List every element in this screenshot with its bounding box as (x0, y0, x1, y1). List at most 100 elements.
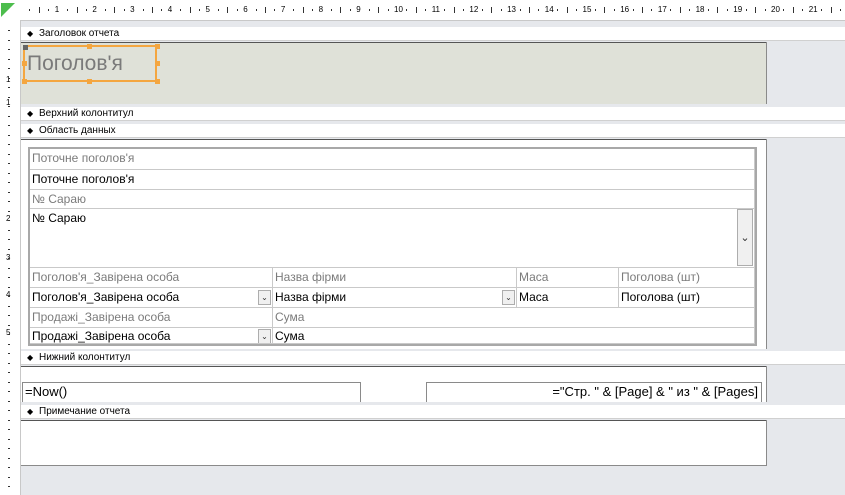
section-bar-detail[interactable]: ◆ Область данных (21, 124, 845, 138)
ruler-tick (8, 372, 10, 373)
ruler-tick (8, 125, 10, 126)
ruler-tick (8, 191, 10, 193)
textbox-head-count[interactable]: Поголова (шт) (619, 288, 755, 308)
ruler-tick (8, 201, 10, 202)
textbox-weight[interactable]: Маса (517, 288, 619, 308)
ruler-tick (29, 9, 31, 11)
ruler-tick (8, 39, 10, 41)
ruler-corner[interactable] (0, 0, 21, 21)
ruler-tick (764, 9, 766, 11)
section-bar-page-header[interactable]: ◆ Верхний колонтитул (21, 107, 845, 121)
ruler-tick (8, 87, 10, 88)
ruler-number: 1 (54, 5, 60, 14)
ruler-tick (67, 9, 69, 11)
section-bar-report-header[interactable]: ◆ Заголовок отчета (21, 27, 845, 41)
ruler-number: 2 (92, 5, 97, 14)
ruler-tick (340, 7, 342, 13)
section-marker-icon: ◆ (27, 407, 34, 416)
chevron-down-icon[interactable]: ⌄ (258, 329, 271, 343)
resize-handle[interactable] (87, 44, 92, 49)
ruler-tick (8, 172, 10, 174)
section-bar-report-footer[interactable]: ◆ Примечание отчета (21, 405, 845, 419)
ruler-tick (802, 9, 804, 11)
report-footer-band[interactable] (21, 420, 767, 466)
chevron-down-icon[interactable]: ⌄ (502, 290, 515, 305)
ruler-tick (519, 9, 521, 11)
chevron-down-icon[interactable]: ⌄ (737, 209, 753, 266)
ruler-tick (8, 77, 10, 79)
resize-handle[interactable] (155, 61, 160, 66)
ruler-tick (8, 258, 10, 259)
ruler-number: 1 (6, 75, 11, 84)
detail-layout-grid[interactable]: Поточне поголов'я Поточне поголов'я № Са… (28, 147, 757, 346)
section-bar-page-footer[interactable]: ◆ Нижний колонтитул (21, 351, 845, 365)
combobox-value: Поголов'я_Завірена особа (32, 290, 180, 304)
ruler-tick (745, 9, 747, 11)
label-head-count[interactable]: Поголова (шт) (619, 268, 755, 288)
resize-handle[interactable] (87, 79, 92, 84)
label-barn-number[interactable]: № Сараю (30, 190, 755, 209)
textbox-page-number[interactable]: ="Стр. " & [Page] & " из " & [Pages] (426, 382, 762, 402)
combobox-value: Назва фірми (275, 290, 347, 304)
ruler-number: 13 (507, 5, 516, 14)
ruler-tick (8, 68, 10, 69)
label-current-stock[interactable]: Поточне поголов'я (30, 149, 755, 170)
label-sum[interactable]: Сума (273, 308, 755, 328)
ruler-tick (717, 7, 719, 13)
band-top-line (21, 139, 766, 140)
ruler-tick (689, 9, 691, 11)
label-livestock-certified-person[interactable]: Поголов'я_Завірена особа (30, 268, 273, 288)
ruler-tick (462, 9, 464, 11)
combobox-company-name[interactable]: Назва фірми ⌄ (273, 288, 517, 308)
resize-handle[interactable] (155, 79, 160, 84)
ruler-number: 4 (167, 5, 173, 14)
combobox-barn-number[interactable]: № Сараю ⌄ (30, 209, 755, 268)
ruler-tick (8, 182, 10, 183)
ruler-tick (180, 9, 182, 11)
combobox-livestock-certified-person[interactable]: Поголов'я_Завірена особа ⌄ (30, 288, 273, 308)
ruler-tick (8, 286, 10, 288)
resize-handle[interactable] (155, 44, 160, 49)
ruler-tick (8, 220, 10, 221)
move-handle[interactable] (23, 45, 28, 50)
ruler-tick (839, 9, 841, 11)
ruler-tick (679, 7, 681, 13)
ruler-tick (349, 9, 351, 11)
label-sales-certified-person[interactable]: Продажі_Завірена особа (30, 308, 273, 328)
ruler-tick (613, 9, 615, 11)
ruler-tick (274, 9, 276, 11)
combobox-sales-certified-person[interactable]: Продажі_Завірена особа ⌄ (30, 328, 273, 344)
ruler-tick (8, 239, 10, 240)
ruler-tick (481, 9, 483, 11)
ruler-tick (406, 9, 408, 11)
ruler-tick (217, 9, 219, 11)
resize-handle[interactable] (22, 61, 27, 66)
ruler-tick (8, 324, 10, 326)
resize-handle[interactable] (22, 79, 27, 84)
ruler-tick (378, 7, 380, 13)
horizontal-ruler[interactable]: 1 2 3 4 5 6 7 8 9 10 11 12 13 14 15 16 17 18 19 20 21 (20, 0, 845, 21)
ruler-tick (312, 9, 314, 11)
report-title-control[interactable]: Поголов'я (22, 44, 160, 84)
select-report-icon[interactable] (1, 3, 15, 17)
ruler-tick (38, 7, 40, 13)
ruler-tick (491, 7, 493, 13)
ruler-tick (453, 7, 455, 13)
textbox-current-stock[interactable]: Поточне поголов'я (30, 170, 755, 190)
label-weight[interactable]: Маса (517, 268, 619, 288)
ruler-tick (8, 96, 10, 98)
band-top-line (21, 420, 766, 421)
section-marker-icon: ◆ (27, 126, 34, 135)
ruler-tick (8, 115, 10, 117)
ruler-tick (8, 486, 10, 487)
ruler-tick (557, 9, 559, 11)
vertical-ruler[interactable]: 112345 (0, 20, 21, 495)
chevron-down-icon[interactable]: ⌄ (258, 290, 271, 305)
ruler-tick (8, 315, 10, 316)
textbox-sum[interactable]: Сума (273, 328, 755, 344)
textbox-now-date[interactable]: =Now() (22, 382, 361, 402)
ruler-tick (755, 7, 757, 13)
label-company-name[interactable]: Назва фірми (273, 268, 517, 288)
ruler-tick (8, 277, 10, 278)
ruler-tick (651, 9, 653, 11)
